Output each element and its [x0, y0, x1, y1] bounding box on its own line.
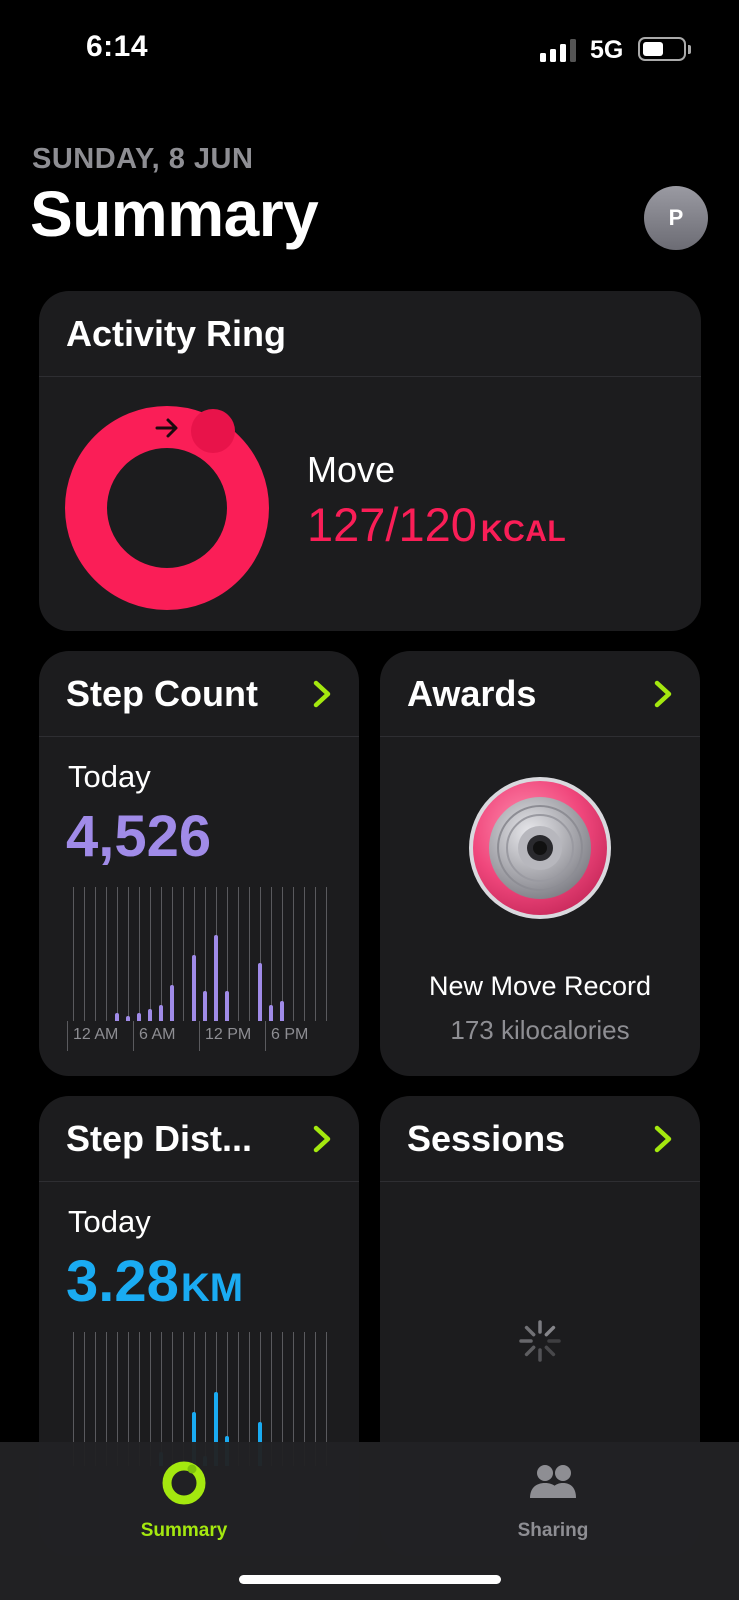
tab-sharing-label: Sharing [517, 1520, 589, 1541]
chart-bar [202, 991, 207, 1021]
profile-avatar[interactable]: P [644, 186, 708, 250]
move-amount: 127/120 [307, 498, 477, 551]
step-distance-value: 3.28KM [66, 1248, 243, 1315]
chart-gridline [83, 887, 85, 1021]
activity-ring-card[interactable]: Activity Ring Move 127/120 KCAL [39, 291, 701, 631]
chart-bar [279, 1001, 284, 1021]
card-title: Activity Ring [66, 313, 287, 354]
move-label: Move [307, 449, 396, 490]
award-name: New Move Record [428, 971, 652, 1001]
chart-bar [268, 1005, 273, 1021]
chart-gridline [116, 887, 118, 1021]
chart-bar [169, 985, 174, 1021]
tab-summary-label: Summary [140, 1520, 228, 1541]
chart-gridline [160, 887, 162, 1021]
chart-gridline [105, 887, 107, 1021]
step-count-card[interactable]: Step Count Today 4,526 12 AM 6 AM 12 PM 6 P… [39, 651, 359, 1076]
page-title: Summary [30, 178, 319, 250]
card-title: Sessions [407, 1118, 566, 1159]
chart-bar [158, 1005, 163, 1021]
today-label: Today [68, 1204, 151, 1239]
tab-summary[interactable]: Summary [84, 1454, 284, 1544]
spinner-icon [519, 1320, 561, 1362]
chart-tick-label: 6 PM [271, 1026, 309, 1043]
chart-bar [114, 1013, 119, 1021]
chart-gridline [149, 887, 151, 1021]
chart-tick-label: 12 AM [73, 1026, 119, 1043]
home-indicator [239, 1575, 501, 1584]
today-label: Today [68, 759, 151, 794]
chart-bar [136, 1013, 141, 1021]
award-detail: 173 kilocalories [450, 1015, 630, 1045]
chart-gridline [72, 887, 74, 1021]
chart-bar [191, 955, 196, 1021]
move-record-medal-icon [469, 777, 611, 919]
chart-gridline [270, 887, 272, 1021]
card-header: Sessions [380, 1096, 700, 1182]
card-title: Step Count [66, 673, 258, 714]
step-count-chart: 12 AM 6 AM 12 PM 6 PM [67, 887, 331, 1051]
chart-gridline [303, 887, 305, 1021]
move-ring [65, 406, 269, 610]
cellular-signal-icon [540, 38, 578, 62]
distance-unit: KM [180, 1266, 244, 1310]
chart-bar [147, 1009, 152, 1021]
step-count-value: 4,526 [66, 804, 212, 869]
chart-gridline [292, 887, 294, 1021]
date-label: SUNDAY, 8 JUN [32, 143, 254, 175]
people-icon [530, 1465, 576, 1498]
activity-ring-icon [162, 1461, 206, 1505]
chart-gridline [182, 887, 184, 1021]
chart-gridline [237, 887, 239, 1021]
chart-tick-separator [67, 1021, 68, 1051]
chevron-right-icon[interactable] [307, 1124, 337, 1154]
chart-bar [213, 935, 218, 1021]
chart-gridline [138, 887, 140, 1021]
distance-amount: 3.28 [66, 1249, 179, 1314]
chart-gridline [314, 887, 316, 1021]
chart-gridline [94, 887, 96, 1021]
chart-tick-separator [265, 1021, 266, 1051]
chart-tick-separator [133, 1021, 134, 1051]
chevron-right-icon[interactable] [307, 679, 337, 709]
chart-tick-label: 12 PM [205, 1026, 252, 1043]
move-unit: KCAL [480, 515, 567, 548]
chart-tick-label: 6 AM [139, 1026, 176, 1043]
chart-gridline [248, 887, 250, 1021]
chevron-right-icon[interactable] [648, 679, 678, 709]
chart-bar [224, 991, 229, 1021]
chart-bar [125, 1016, 130, 1021]
battery-icon [638, 37, 686, 61]
network-type: 5G [590, 36, 624, 64]
card-title: Step Dist... [66, 1118, 253, 1159]
card-header: Step Count [39, 651, 359, 737]
status-bar: 6:14 5G [0, 0, 739, 100]
chart-gridline [325, 887, 327, 1021]
chart-gridline [127, 887, 129, 1021]
move-value: 127/120 KCAL [307, 497, 566, 552]
card-title: Awards [407, 673, 537, 714]
card-header: Activity Ring [39, 291, 701, 377]
card-header: Awards [380, 651, 700, 737]
tab-sharing[interactable]: Sharing [453, 1454, 653, 1544]
card-header: Step Dist... [39, 1096, 359, 1182]
awards-card[interactable]: Awards New Move Record 173 kilocalories [380, 651, 700, 1076]
chart-bar [257, 963, 262, 1021]
chart-tick-separator [199, 1021, 200, 1051]
battery-cap [688, 45, 691, 54]
status-time: 6:14 [86, 30, 149, 63]
chevron-right-icon[interactable] [648, 1124, 678, 1154]
